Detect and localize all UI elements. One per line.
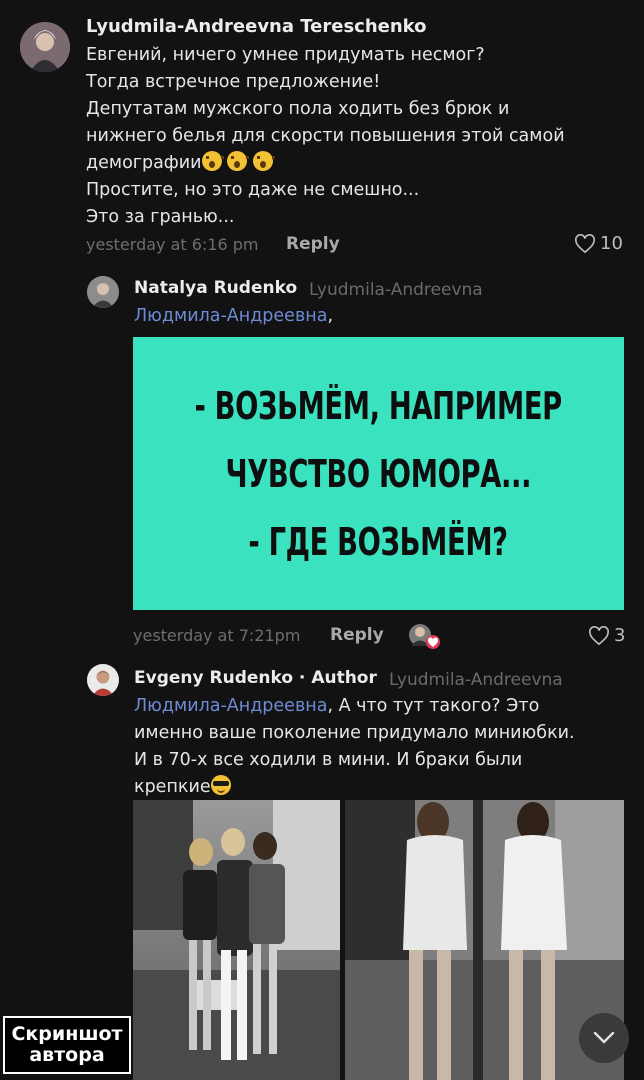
love-reaction-icon bbox=[409, 624, 440, 649]
comment-text: , bbox=[327, 306, 334, 326]
meme-image[interactable]: - ВОЗЬМЁМ, НАПРИМЕР ЧУВСТВО ЮМОРА... - Г… bbox=[133, 337, 624, 610]
comment-line: Людмила-Андреевна, А что тут такого? Это bbox=[134, 693, 634, 720]
screenshot-watermark: Скриншот автора bbox=[3, 1016, 131, 1074]
avatar-evgeny[interactable] bbox=[87, 664, 119, 696]
comment-author[interactable]: Lyudmila-Andreevna Tereschenko bbox=[86, 16, 427, 37]
mention-link[interactable]: Людмила-Андреевна bbox=[134, 306, 327, 326]
reaction-avatar[interactable] bbox=[407, 622, 441, 650]
avatar-photo bbox=[20, 22, 70, 72]
avatar-photo bbox=[87, 276, 119, 308]
avatar-photo bbox=[87, 664, 119, 696]
like-button[interactable]: 10 bbox=[574, 233, 623, 254]
reply-button[interactable]: Reply bbox=[286, 234, 340, 254]
comment-author[interactable]: Natalya Rudenko bbox=[134, 278, 297, 298]
like-button[interactable]: 3 bbox=[588, 625, 625, 646]
comment-body: Людмила-Андреевна, А что тут такого? Это… bbox=[134, 693, 634, 801]
heart-icon bbox=[575, 233, 595, 253]
reply-button[interactable]: Reply bbox=[330, 625, 384, 645]
comment-body: Людмила-Андреевна, bbox=[134, 303, 333, 330]
watermark-line: автора bbox=[29, 1044, 105, 1066]
like-count: 10 bbox=[600, 233, 623, 254]
comment-line: И в 70-х все ходили в мини. И браки были bbox=[134, 750, 523, 770]
avatar-natalya[interactable] bbox=[87, 276, 119, 308]
attached-photo[interactable] bbox=[133, 800, 340, 1080]
comment-line: Депутатам мужского пола ходить без брюк … bbox=[86, 99, 510, 119]
avatar-lyudmila[interactable] bbox=[20, 22, 70, 72]
reply-to-label: Lyudmila-Andreevna bbox=[309, 280, 483, 300]
shocked-face-emoji-icon bbox=[252, 151, 275, 171]
comment-line: нижнего белья для скорсти повышения этой… bbox=[86, 126, 565, 146]
scroll-down-button[interactable] bbox=[579, 1013, 629, 1063]
comment-timestamp: yesterday at 7:21pm bbox=[133, 626, 301, 645]
sunglasses-face-emoji-icon bbox=[210, 775, 231, 795]
meme-text-line: - ВОЗЬМЁМ, НАПРИМЕР bbox=[194, 383, 563, 428]
chevron-down-icon bbox=[593, 1031, 615, 1044]
meme-text-line: ЧУВСТВО ЮМОРА... bbox=[225, 451, 532, 496]
mention-link[interactable]: Людмила-Андреевна bbox=[134, 696, 327, 716]
street-photo-image bbox=[133, 800, 340, 1080]
comment-line-with-emoji: демографии bbox=[86, 150, 626, 177]
comment-timestamp: yesterday at 6:16 pm bbox=[86, 235, 259, 254]
watermark-line: Скриншот bbox=[11, 1023, 123, 1045]
comment-line: Простите, но это даже не смешно... bbox=[86, 180, 420, 200]
heart-icon bbox=[589, 625, 609, 645]
comment-line-with-emoji: крепкие bbox=[134, 774, 634, 801]
comment-line: Это за гранью... bbox=[86, 207, 235, 227]
comment-text: , А что тут такого? Это bbox=[327, 696, 540, 716]
comment-line: Тогда встречное предложение! bbox=[86, 72, 381, 92]
like-count: 3 bbox=[614, 625, 626, 646]
shocked-face-emoji-icon bbox=[201, 151, 224, 171]
comment-line: Евгений, ничего умнее придумать несмог? bbox=[86, 45, 485, 65]
comment-text: крепкие bbox=[134, 777, 211, 797]
reply-to-label: Lyudmila-Andreevna bbox=[389, 670, 563, 690]
comment-body: Евгений, ничего умнее придумать несмог? … bbox=[86, 42, 626, 231]
comment-author[interactable]: Evgeny Rudenko · Author bbox=[134, 668, 377, 688]
meme-text-line: - ГДЕ ВОЗЬМЁМ? bbox=[248, 519, 509, 564]
comment-line: именно ваше поколение придумало миниюбки… bbox=[134, 723, 575, 743]
comment-text: демографии bbox=[86, 153, 202, 173]
shocked-face-emoji-icon bbox=[227, 151, 250, 171]
